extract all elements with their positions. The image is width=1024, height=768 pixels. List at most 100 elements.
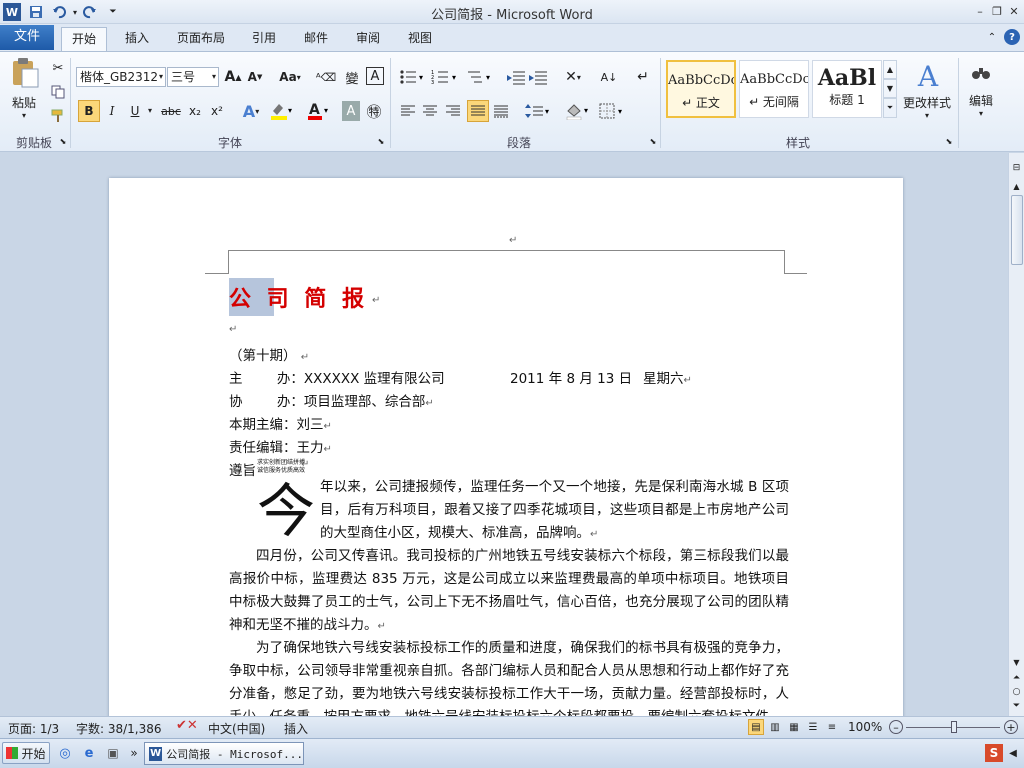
zoom-slider-thumb[interactable] bbox=[951, 721, 957, 733]
subscript-button[interactable]: x₂ bbox=[186, 100, 204, 122]
font-size-combo[interactable]: 三号 ▾ bbox=[167, 67, 219, 87]
zoom-out-icon[interactable]: – bbox=[889, 720, 903, 734]
font-launcher-icon[interactable]: ⬊ bbox=[376, 136, 386, 146]
styles-scroll-down-icon[interactable]: ▼ bbox=[883, 79, 897, 98]
taskbar-word-window[interactable]: W 公司简报 - Microsof... bbox=[144, 742, 304, 765]
internet-explorer-icon[interactable]: e bbox=[80, 744, 98, 762]
tab-view[interactable]: 视图 bbox=[398, 27, 442, 51]
outline-view-icon[interactable]: ☰ bbox=[805, 719, 821, 735]
insert-mode[interactable]: 插入 bbox=[284, 720, 308, 737]
change-styles-icon[interactable]: A bbox=[908, 58, 948, 94]
align-center-icon[interactable] bbox=[420, 100, 440, 122]
full-screen-reading-icon[interactable]: ▥ bbox=[767, 719, 783, 735]
bold-button[interactable]: B bbox=[78, 100, 100, 122]
style-no-spacing[interactable]: AaBbCcDc ↵ 无间隔 bbox=[739, 60, 809, 118]
borders-button[interactable]: ▾ bbox=[598, 100, 626, 122]
font-color-button[interactable]: A ▾ bbox=[305, 100, 331, 122]
vertical-scrollbar[interactable]: ⊟ ▲ ▼ ⏶ ○ ⏷ bbox=[1008, 153, 1024, 716]
restore-icon[interactable]: ❐ bbox=[989, 3, 1005, 19]
increase-indent-icon[interactable] bbox=[528, 67, 548, 87]
styles-more-icon[interactable]: ⏷ bbox=[883, 98, 897, 118]
italic-button[interactable]: I bbox=[103, 100, 121, 122]
style-normal[interactable]: AaBbCcDc ↵ 正文 bbox=[666, 60, 736, 118]
tab-references[interactable]: 引用 bbox=[242, 27, 286, 51]
underline-dropdown-icon[interactable]: ▾ bbox=[145, 104, 155, 116]
paste-icon[interactable] bbox=[8, 56, 42, 90]
numbering-button[interactable]: 1 2 3 ▾ bbox=[430, 67, 460, 87]
find-binoculars-icon[interactable] bbox=[968, 60, 994, 86]
clear-format-icon[interactable]: ᴬ⌫ bbox=[316, 67, 336, 87]
close-icon[interactable]: ✕ bbox=[1006, 3, 1022, 19]
scroll-down-icon[interactable]: ▼ bbox=[1010, 655, 1023, 669]
tab-file[interactable]: 文件 bbox=[0, 25, 54, 50]
quick-launch-more-icon[interactable]: » bbox=[128, 744, 140, 762]
language-indicator[interactable]: 中文(中国) bbox=[208, 720, 265, 737]
spelling-check-icon[interactable]: ✔✕ bbox=[176, 718, 198, 733]
zoom-level[interactable]: 100% bbox=[848, 720, 882, 734]
word-count[interactable]: 字数: 38/1,386 bbox=[76, 720, 162, 737]
highlight-button[interactable]: ▾ bbox=[268, 100, 294, 122]
paste-button-label[interactable]: 粘贴 bbox=[4, 94, 44, 110]
line-spacing-button[interactable]: ▾ bbox=[524, 100, 552, 122]
paste-dropdown-icon[interactable]: ▾ bbox=[18, 110, 30, 120]
start-button[interactable]: 开始 bbox=[2, 742, 50, 764]
chinese-layout-icon[interactable]: ✕ ▾ bbox=[560, 67, 586, 87]
format-painter-icon[interactable] bbox=[50, 108, 66, 124]
char-shading-icon[interactable]: A bbox=[342, 101, 360, 121]
tab-mailings[interactable]: 邮件 bbox=[294, 27, 338, 51]
enclose-characters-icon[interactable]: ㊕ bbox=[364, 100, 384, 122]
draft-view-icon[interactable]: ≡ bbox=[824, 719, 840, 735]
previous-page-icon[interactable]: ⏶ bbox=[1010, 671, 1023, 685]
align-left-icon[interactable] bbox=[398, 100, 418, 122]
ruler-toggle-icon[interactable]: ⊟ bbox=[1010, 161, 1023, 175]
style-heading-1[interactable]: AaBl 标题 1 bbox=[812, 60, 882, 118]
show-marks-icon[interactable]: ↵ bbox=[634, 67, 652, 87]
tab-insert[interactable]: 插入 bbox=[115, 27, 159, 51]
grow-font-icon[interactable]: A ▲ bbox=[224, 67, 242, 87]
underline-button[interactable]: U bbox=[125, 100, 145, 122]
show-desktop-icon[interactable]: ◎ bbox=[56, 744, 74, 762]
change-styles-button[interactable]: 更改样式 bbox=[900, 94, 954, 110]
sort-icon[interactable]: A↓ bbox=[598, 67, 620, 87]
styles-scroll-up-icon[interactable]: ▲ bbox=[883, 60, 897, 79]
change-styles-dropdown-icon[interactable]: ▾ bbox=[922, 110, 932, 120]
justify-button[interactable] bbox=[467, 100, 489, 122]
styles-launcher-icon[interactable]: ⬊ bbox=[944, 136, 954, 146]
phonetic-guide-icon[interactable]: 變 bbox=[342, 67, 362, 87]
change-case-button[interactable]: Aa ▾ bbox=[277, 67, 303, 87]
next-page-icon[interactable]: ⏷ bbox=[1010, 699, 1023, 713]
tab-review[interactable]: 审阅 bbox=[346, 27, 390, 51]
superscript-button[interactable]: x² bbox=[208, 100, 226, 122]
document-page[interactable]: ↵ 公 司 简 报 ↵ ↵ （第十期） ↵ 主 办：XXXXXX 监理有限公司 … bbox=[109, 178, 903, 716]
bullets-button[interactable]: ▾ bbox=[398, 67, 426, 87]
minimize-ribbon-icon[interactable]: ⌃ bbox=[985, 30, 999, 44]
text-effects-button[interactable]: A ▾ bbox=[238, 100, 264, 122]
tab-page-layout[interactable]: 页面布局 bbox=[167, 27, 235, 51]
strikethrough-button[interactable]: abc bbox=[160, 100, 182, 122]
editing-dropdown-icon[interactable]: ▾ bbox=[976, 108, 986, 118]
tab-home[interactable]: 开始 bbox=[61, 27, 108, 52]
decrease-indent-icon[interactable] bbox=[506, 67, 526, 87]
web-layout-icon[interactable]: ▦ bbox=[786, 719, 802, 735]
align-right-icon[interactable] bbox=[443, 100, 463, 122]
cut-icon[interactable]: ✂ bbox=[50, 60, 66, 76]
distributed-icon[interactable] bbox=[491, 100, 511, 122]
copy-icon[interactable] bbox=[50, 84, 66, 100]
page-count[interactable]: 页面: 1/3 bbox=[8, 720, 59, 737]
help-icon[interactable]: ? bbox=[1004, 29, 1020, 45]
ime-tray-icon[interactable]: S bbox=[985, 744, 1003, 762]
tray-expand-icon[interactable]: ◀ bbox=[1006, 744, 1020, 762]
font-name-combo[interactable]: 楷体_GB2312 ▾ bbox=[76, 67, 166, 87]
print-layout-icon[interactable]: ▤ bbox=[748, 719, 764, 735]
browse-object-icon[interactable]: ○ bbox=[1010, 685, 1023, 699]
minimize-icon[interactable]: – bbox=[972, 3, 988, 19]
paragraph-launcher-icon[interactable]: ⬊ bbox=[648, 136, 658, 146]
char-border-icon[interactable]: A bbox=[366, 67, 384, 85]
clipboard-launcher-icon[interactable]: ⬊ bbox=[58, 136, 68, 146]
multilevel-list-button[interactable]: ▾ bbox=[464, 67, 494, 87]
editing-button[interactable]: 编辑 bbox=[962, 92, 1000, 108]
scroll-thumb[interactable] bbox=[1011, 195, 1023, 265]
shading-button[interactable]: ▾ bbox=[564, 100, 592, 122]
media-player-icon[interactable]: ▣ bbox=[104, 744, 122, 762]
scroll-up-icon[interactable]: ▲ bbox=[1010, 179, 1023, 193]
